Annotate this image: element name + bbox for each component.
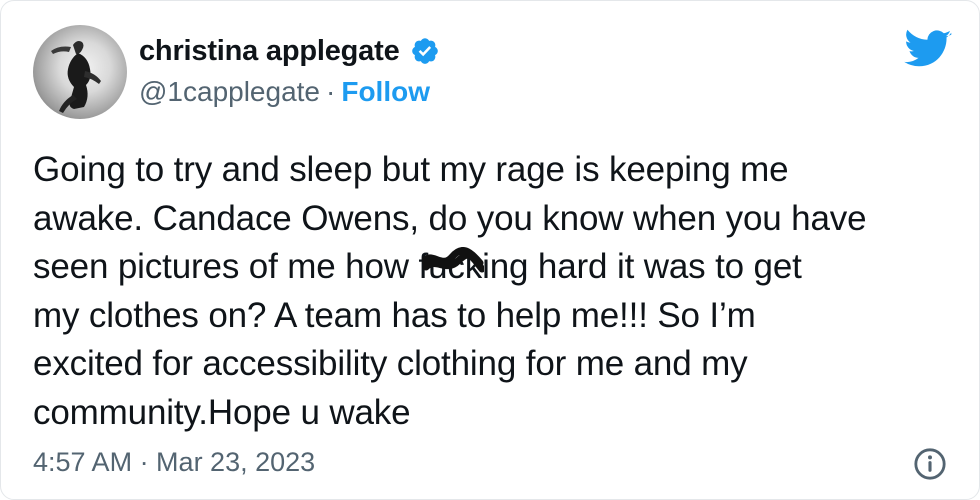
tweet-line: my clothes on? A team has to help me!!! …: [33, 295, 756, 335]
tweet-line: Going to try and sleep but my rage is ke…: [33, 150, 789, 189]
follow-button[interactable]: Follow: [341, 76, 430, 107]
tweet-text: Going to try and sleep but my rage is ke…: [33, 146, 963, 437]
author-display-name[interactable]: christina applegate: [139, 34, 400, 68]
author-name-row: christina applegate: [139, 34, 440, 68]
tweet-line-part: seen pictures of me how f: [33, 247, 429, 286]
tweet-line-part: king hard it was to get: [464, 247, 802, 286]
tweet-line: seen pictures of me how fuc king hard it …: [33, 243, 963, 292]
info-icon[interactable]: [913, 447, 947, 481]
censor-scribble-icon: [422, 247, 485, 273]
twitter-bird-icon[interactable]: [904, 28, 952, 68]
tweet-line: awake. Candace Owens, do you know when y…: [33, 198, 867, 238]
tweet-card: christina applegate @1capplegate · Follow …: [0, 0, 980, 500]
tweet-timestamp[interactable]: 4:57 AM · Mar 23, 2023: [33, 445, 315, 479]
author-handle-row: @1capplegate · Follow: [139, 75, 430, 109]
verified-badge-icon: [411, 38, 438, 64]
censored-word: uc: [422, 243, 485, 292]
author-handle[interactable]: @1capplegate: [139, 76, 320, 107]
avatar-photo: [51, 41, 101, 113]
separator-dot: ·: [326, 76, 336, 107]
avatar[interactable]: [33, 25, 127, 119]
tweet-line: excited for accessibility clothing for m…: [33, 344, 748, 383]
tweet-line: community.Hope u wake: [33, 392, 411, 432]
